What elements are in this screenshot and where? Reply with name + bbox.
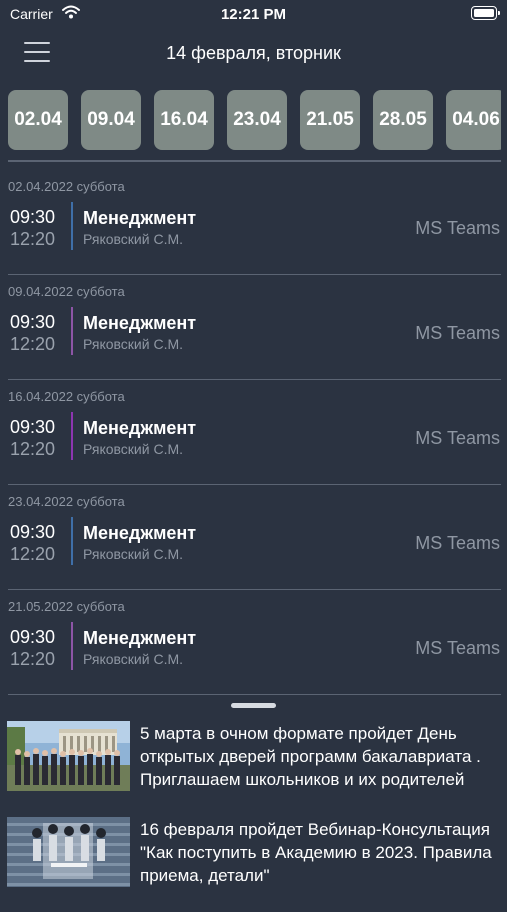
lesson-color-bar (71, 307, 73, 355)
lesson-end-time: 12:20 (10, 439, 56, 459)
lesson-date: 23.04.2022 суббота (8, 494, 125, 509)
date-strip[interactable]: 02.04 09.04 16.04 23.04 21.05 28.05 04.06 (8, 90, 501, 154)
lesson-teacher: Ряковский С.М. (83, 651, 184, 667)
lesson-place: MS Teams (415, 428, 500, 448)
lesson-item[interactable]: 21.05.2022 суббота 09:30 12:20 Менеджмен… (0, 590, 507, 695)
lesson-subject: Менеджмент (83, 523, 197, 543)
lesson-item[interactable]: 23.04.2022 суббота 09:30 12:20 Менеджмен… (0, 485, 507, 590)
date-chip[interactable]: 21.05 (300, 90, 360, 150)
lesson-color-bar (71, 622, 73, 670)
lesson-end-time: 12:20 (10, 229, 56, 249)
news-item[interactable]: 5 марта в очном формате пройдет День отк… (0, 720, 507, 816)
date-chip[interactable]: 23.04 (227, 90, 287, 150)
news-item[interactable]: 16 февраля пройдет Вебинар-Консультация … (0, 816, 507, 912)
news-image (7, 817, 130, 887)
lesson-start-time: 09:30 (10, 627, 56, 647)
lesson-color-bar (71, 202, 73, 250)
lesson-teacher: Ряковский С.М. (83, 231, 184, 247)
lesson-end-time: 12:20 (10, 544, 56, 564)
header: 14 февраля, вторник (0, 30, 507, 78)
lesson-teacher: Ряковский С.М. (83, 546, 184, 562)
lesson-color-bar (71, 517, 73, 565)
lesson-teacher: Ряковский С.М. (83, 336, 184, 352)
battery-icon (471, 6, 500, 20)
news-list: 5 марта в очном формате пройдет День отк… (0, 720, 507, 912)
lesson-place: MS Teams (415, 218, 500, 238)
lesson-place: MS Teams (415, 638, 500, 658)
lesson-item[interactable]: 09.04.2022 суббота 09:30 12:20 Менеджмен… (0, 275, 507, 380)
news-text: 5 марта в очном формате пройдет День отк… (140, 724, 481, 789)
sheet-drag-handle[interactable] (231, 703, 276, 708)
lesson-item[interactable]: 16.04.2022 суббота 09:30 12:20 Менеджмен… (0, 380, 507, 485)
lesson-teacher: Ряковский С.М. (83, 441, 184, 457)
date-chip[interactable]: 04.06 (446, 90, 501, 150)
lesson-end-time: 12:20 (10, 649, 56, 669)
lesson-date: 21.05.2022 суббота (8, 599, 125, 614)
date-chip[interactable]: 09.04 (81, 90, 141, 150)
schedule-list: 02.04.2022 суббота 09:30 12:20 Менеджмен… (0, 170, 507, 695)
lesson-place: MS Teams (415, 323, 500, 343)
lesson-place: MS Teams (415, 533, 500, 553)
status-bar: Carrier 12:21 PM (0, 0, 507, 30)
divider (8, 693, 501, 695)
lesson-subject: Менеджмент (83, 418, 197, 438)
status-time: 12:21 PM (220, 6, 287, 23)
lesson-item[interactable]: 02.04.2022 суббота 09:30 12:20 Менеджмен… (0, 170, 507, 275)
lesson-start-time: 09:30 (10, 522, 56, 542)
date-chip[interactable]: 02.04 (8, 90, 68, 150)
lesson-start-time: 09:30 (10, 417, 56, 437)
lesson-subject: Менеджмент (83, 628, 197, 648)
news-image (7, 721, 130, 791)
lesson-date: 02.04.2022 суббота (8, 179, 125, 194)
lesson-date: 09.04.2022 суббота (8, 284, 125, 299)
lesson-subject: Менеджмент (83, 313, 197, 333)
date-chip[interactable]: 16.04 (154, 90, 214, 150)
lesson-color-bar (71, 412, 73, 460)
lesson-start-time: 09:30 (10, 312, 56, 332)
divider (8, 160, 501, 162)
date-chip[interactable]: 28.05 (373, 90, 433, 150)
lesson-end-time: 12:20 (10, 334, 56, 354)
lesson-subject: Менеджмент (83, 208, 197, 228)
lesson-start-time: 09:30 (10, 207, 56, 227)
page-title: 14 февраля, вторник (166, 43, 341, 63)
news-text: 16 февраля пройдет Вебинар-Консультация … (140, 820, 492, 885)
lesson-date: 16.04.2022 суббота (8, 389, 125, 404)
